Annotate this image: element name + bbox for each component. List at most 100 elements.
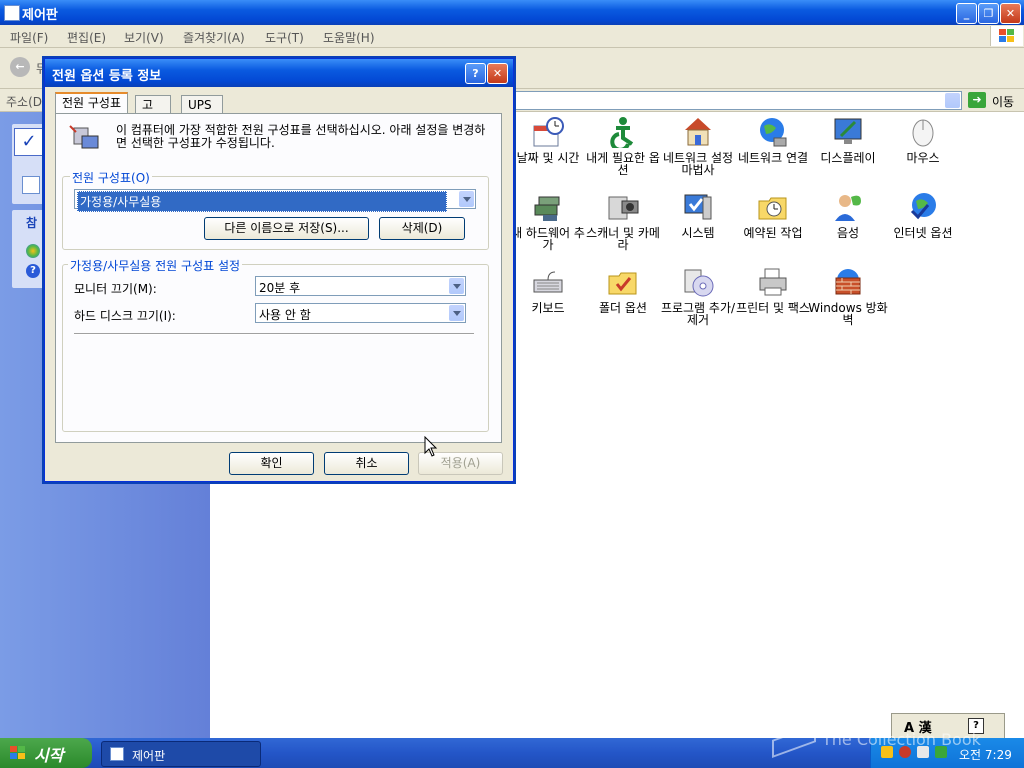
watermark: The Collection Book <box>772 723 981 758</box>
cp-item-label: 새 하드웨어 추가 <box>511 226 585 252</box>
cp-item-add-remove-programs[interactable]: 프로그램 추가/제거 <box>656 266 740 326</box>
cp-item-label: 프린터 및 팩스 <box>736 301 810 315</box>
dialog-help-button[interactable]: ? <box>465 63 486 84</box>
cp-item-label: 프로그램 추가/제거 <box>660 301 736 327</box>
menu-favorites[interactable]: 즐겨찾기(A) <box>183 29 245 46</box>
cancel-button[interactable]: 취소 <box>324 452 409 475</box>
close-button[interactable]: ✕ <box>1000 3 1021 24</box>
cp-item-label: 마우스 <box>906 151 940 165</box>
power-plug-icon <box>68 122 104 154</box>
cp-item-label: 키보드 <box>531 301 565 315</box>
tab-advanced[interactable]: 고급 <box>135 95 171 130</box>
address-label: 주소(D) <box>6 95 47 109</box>
task-pane-box-top: ✓ <box>12 124 46 204</box>
windows-logo-icon <box>990 26 1023 46</box>
add-hardware-icon <box>531 191 565 223</box>
control-panel-app-icon <box>4 5 20 21</box>
power-options-dialog: 전원 옵션 등록 정보 ? ✕ 전원 구성표 고급 UPS 이 컴퓨터에 가장 … <box>44 58 514 482</box>
cp-item-display[interactable]: 디스플레이 <box>806 116 890 164</box>
cp-item-add-hardware[interactable]: 새 하드웨어 추가 <box>506 191 590 251</box>
cp-item-label: 인터넷 옵션 <box>893 226 953 240</box>
cp-item-network-connections[interactable]: 네트워크 연결 <box>731 116 815 164</box>
go-arrow-icon[interactable]: ➜ <box>968 92 986 108</box>
network-connections-icon <box>756 116 790 148</box>
window-title-bar[interactable]: 제어판 _ ❐ ✕ <box>0 0 1024 25</box>
tab-power-schemes[interactable]: 전원 구성표 <box>55 92 129 115</box>
settings-group-label: 가정용/사무실용 전원 구성표 설정 <box>68 257 243 274</box>
network-wizard-icon <box>681 116 715 148</box>
scheme-select[interactable]: 가정용/사무실용 <box>74 189 476 212</box>
cp-item-printers-faxes[interactable]: 프린터 및 팩스 <box>731 266 815 314</box>
firewall-icon <box>831 266 865 298</box>
cp-item-accessibility[interactable]: 내게 필요한 옵션 <box>581 116 665 176</box>
delete-button[interactable]: 삭제(D) <box>379 217 465 240</box>
windows-flag-icon <box>10 746 26 760</box>
cp-item-label: 날짜 및 시간 <box>516 151 580 165</box>
dialog-description: 이 컴퓨터에 가장 적합한 전원 구성표를 선택하십시오. 아래 설정을 변경하… <box>116 123 486 150</box>
cp-item-firewall[interactable]: Windows 방화벽 <box>806 266 890 326</box>
task-pane-box-see-also: 참 ? <box>12 210 46 288</box>
disk-off-value: 사용 안 함 <box>259 308 311 322</box>
accessibility-icon <box>606 116 640 152</box>
chevron-down-icon[interactable] <box>459 191 474 207</box>
control-panel-app-icon <box>110 747 124 761</box>
menu-help[interactable]: 도움말(H) <box>323 29 375 46</box>
window-title: 제어판 <box>22 8 58 23</box>
see-also-heading: 참 <box>26 216 38 230</box>
cp-item-keyboard[interactable]: 키보드 <box>506 266 590 314</box>
tab-ups[interactable]: UPS <box>181 95 223 114</box>
back-icon[interactable]: ← <box>10 57 30 77</box>
help-icon[interactable]: ? <box>26 264 40 278</box>
start-button[interactable]: 시작 <box>0 738 92 768</box>
system-icon <box>681 191 715 223</box>
menu-view[interactable]: 보기(V) <box>124 29 164 46</box>
address-dropdown-button[interactable] <box>945 93 960 108</box>
menu-edit[interactable]: 편집(E) <box>67 29 106 46</box>
dialog-close-button[interactable]: ✕ <box>487 63 508 84</box>
restore-button[interactable]: ❐ <box>978 3 999 24</box>
cp-item-label: 네트워크 연결 <box>737 151 809 165</box>
watermark-text: The Collection Book <box>822 730 981 749</box>
calendar-clock-icon <box>531 116 565 148</box>
chevron-down-icon[interactable] <box>449 278 464 294</box>
menu-tools[interactable]: 도구(T) <box>265 29 304 46</box>
windows-update-icon[interactable] <box>26 244 40 258</box>
cp-item-folder-options[interactable]: 폴더 옵션 <box>581 266 665 314</box>
cp-item-label: 시스템 <box>681 226 715 240</box>
cp-item-label: Windows 방화벽 <box>808 301 888 327</box>
menu-bar: 파일(F) 편집(E) 보기(V) 즐겨찾기(A) 도구(T) 도움말(H) <box>0 25 1024 48</box>
keyboard-icon <box>531 266 565 298</box>
disk-off-select[interactable]: 사용 안 함 <box>255 303 466 323</box>
mouse-cursor-icon <box>424 435 438 461</box>
taskbar-button-control-panel[interactable]: 제어판 <box>101 741 261 767</box>
ok-button[interactable]: 확인 <box>229 452 314 475</box>
cp-item-label: 폴더 옵션 <box>599 301 647 315</box>
save-as-button[interactable]: 다른 이름으로 저장(S)... <box>204 217 369 240</box>
cp-item-scheduled-tasks[interactable]: 예약된 작업 <box>731 191 815 239</box>
menu-file[interactable]: 파일(F) <box>10 29 48 46</box>
minimize-button[interactable]: _ <box>956 3 977 24</box>
monitor-off-select[interactable]: 20분 후 <box>255 276 466 296</box>
monitor-off-value: 20분 후 <box>259 281 301 295</box>
address-field[interactable] <box>510 91 962 110</box>
folder-options-icon <box>606 266 640 298</box>
cp-item-label: 내게 필요한 옵션 <box>586 151 660 177</box>
chevron-down-icon[interactable] <box>449 305 464 321</box>
switch-view-icon[interactable] <box>22 176 40 194</box>
cp-item-label: 디스플레이 <box>820 151 876 165</box>
dialog-title-bar[interactable]: 전원 옵션 등록 정보 ? ✕ <box>45 59 513 87</box>
cp-item-network-wizard[interactable]: 네트워크 설정 마법사 <box>656 116 740 176</box>
cp-item-internet-options[interactable]: 인터넷 옵션 <box>881 191 965 239</box>
cp-item-label: 음성 <box>836 226 860 240</box>
go-button-label[interactable]: 이동 <box>992 93 1014 110</box>
cp-item-mouse[interactable]: 마우스 <box>881 116 965 164</box>
cp-item-date-time[interactable]: 날짜 및 시간 <box>506 116 590 164</box>
scheme-group-label: 전원 구성표(O) <box>70 169 152 186</box>
add-remove-programs-icon <box>681 266 715 298</box>
control-panel-check-icon: ✓ <box>14 128 44 156</box>
cp-item-scanners-cameras[interactable]: 스캐너 및 카메라 <box>581 191 665 251</box>
cp-item-speech[interactable]: 음성 <box>806 191 890 239</box>
monitor-off-label: 모니터 끄기(M): <box>74 282 157 296</box>
scheme-select-value: 가정용/사무실용 <box>77 191 447 212</box>
cp-item-system[interactable]: 시스템 <box>656 191 740 239</box>
